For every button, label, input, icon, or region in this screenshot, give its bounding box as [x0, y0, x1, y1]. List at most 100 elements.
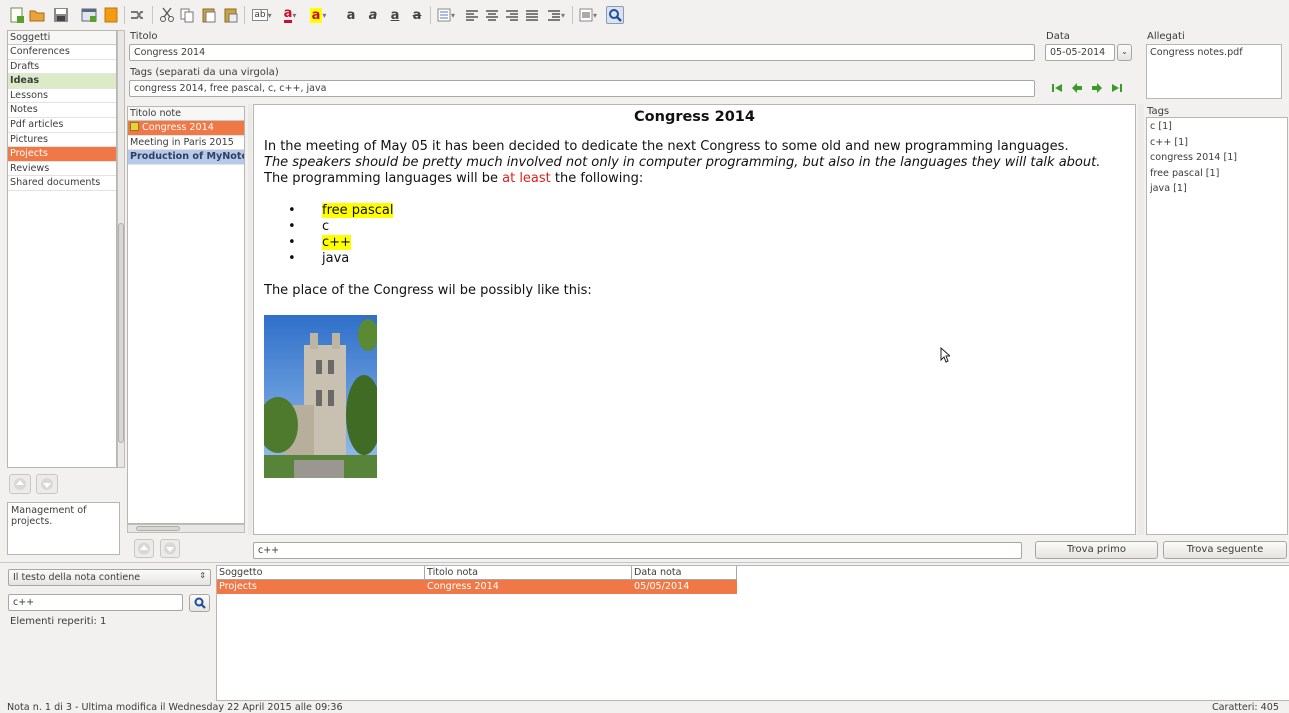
list-item: • free pascal: [288, 203, 394, 218]
find-first-button[interactable]: Trova primo: [1035, 541, 1158, 559]
search-mode-select[interactable]: Il testo della nota contiene ⇕: [8, 569, 211, 586]
next-note-icon[interactable]: [1091, 82, 1103, 94]
note-paragraph-3: The programming languages will be at lea…: [264, 171, 644, 186]
result-count: Elementi reperiti: 1: [10, 616, 107, 627]
copy-icon[interactable]: [178, 6, 196, 24]
font-size-icon[interactable]: ab ▾: [250, 6, 274, 24]
first-note-icon[interactable]: [1051, 82, 1063, 94]
subject-description[interactable]: Management of projects.: [7, 502, 120, 555]
subject-item[interactable]: Drafts: [8, 60, 116, 75]
languages-list: • free pascal • c • c++ • java: [264, 203, 1125, 267]
list-item: • c: [288, 219, 330, 234]
attachment-item[interactable]: Congress notes.pdf: [1150, 47, 1278, 58]
note-item[interactable]: Meeting in Paris 2015: [128, 136, 244, 151]
result-cell-title[interactable]: Congress 2014: [425, 580, 632, 594]
search-query-input[interactable]: c++: [8, 594, 183, 611]
move-up-button[interactable]: [9, 474, 31, 494]
orange-note-icon[interactable]: [102, 6, 120, 24]
subjects-list: Soggetti Conferences Drafts Ideas Lessons No…: [7, 30, 117, 468]
highlight-color-icon[interactable]: a ▾: [306, 6, 330, 24]
building-photo: [258, 315, 382, 478]
notes-list: Titolo note Congress 2014 Meeting in Pari…: [127, 106, 245, 524]
paste-icon[interactable]: [200, 6, 218, 24]
subject-item[interactable]: Shared documents: [8, 176, 116, 191]
subject-item[interactable]: Projects: [8, 147, 116, 162]
tags-panel: c [1] c++ [1] congress 2014 [1] free pascal…: [1146, 117, 1288, 535]
justify-icon[interactable]: [524, 6, 540, 24]
tags-panel-label: Tags: [1147, 106, 1170, 117]
result-cell-date[interactable]: 05/05/2014: [632, 580, 737, 594]
subject-item[interactable]: Conferences: [8, 45, 116, 60]
find-next-button[interactable]: Trova seguente: [1163, 541, 1287, 559]
note-item-label: Meeting in Paris 2015: [130, 136, 234, 148]
subjects-scrollbar[interactable]: [117, 30, 125, 468]
note-editor[interactable]: Congress 2014 In the meeting of May 05 i…: [253, 104, 1136, 535]
strikethrough-icon[interactable]: a: [408, 6, 426, 24]
insert-icon[interactable]: ▾: [576, 6, 600, 24]
underline-icon[interactable]: a: [386, 6, 404, 24]
column-note-title[interactable]: Titolo nota: [425, 566, 632, 580]
note-up-button[interactable]: [134, 539, 154, 558]
toolbar: ab ▾ a ▾ a ▾ a a a a ▾ ▾ ▾: [0, 0, 1289, 28]
status-left: Nota n. 1 di 3 - Ultima modifica il Wedn…: [7, 702, 343, 713]
search-icon[interactable]: [606, 6, 624, 24]
right-splitter[interactable]: [1138, 104, 1144, 535]
note-paragraph-4: The place of the Congress wil be possibl…: [264, 283, 592, 298]
mouse-cursor-icon: [940, 347, 950, 363]
cut-icon[interactable]: [158, 6, 176, 24]
tag-item[interactable]: java [1]: [1150, 181, 1284, 197]
subject-item[interactable]: Ideas: [8, 74, 116, 89]
subject-item[interactable]: Notes: [8, 103, 116, 118]
subject-item[interactable]: Lessons: [8, 89, 116, 104]
window-icon[interactable]: [80, 6, 98, 24]
save-icon[interactable]: [52, 6, 70, 24]
title-label: Titolo: [130, 31, 158, 42]
subjects-header: Soggetti: [8, 31, 116, 45]
date-dropdown-button[interactable]: ⌄: [1117, 44, 1132, 61]
subject-item[interactable]: Pdf articles: [8, 118, 116, 133]
tag-item[interactable]: c [1]: [1150, 119, 1284, 135]
note-item[interactable]: Congress 2014: [128, 121, 244, 136]
shuffle-icon[interactable]: [128, 6, 146, 24]
list-icon[interactable]: ▾: [434, 6, 458, 24]
tag-item[interactable]: congress 2014 [1]: [1150, 150, 1284, 166]
notes-horizontal-scrollbar[interactable]: [127, 524, 245, 533]
column-subject[interactable]: Soggetto: [217, 566, 425, 580]
tag-item[interactable]: free pascal [1]: [1150, 166, 1284, 182]
subject-item[interactable]: Reviews: [8, 162, 116, 177]
new-note-icon[interactable]: [8, 6, 26, 24]
italic-icon[interactable]: a: [364, 6, 382, 24]
align-right-icon[interactable]: [504, 6, 520, 24]
text-color-icon[interactable]: a ▾: [278, 6, 302, 24]
bold-icon[interactable]: a: [342, 6, 360, 24]
tags-input[interactable]: congress 2014, free pascal, c, c++, java: [129, 80, 1035, 97]
last-note-icon[interactable]: [1111, 82, 1123, 94]
note-down-button[interactable]: [160, 539, 180, 558]
align-center-icon[interactable]: [484, 6, 500, 24]
previous-note-icon[interactable]: [1071, 82, 1083, 94]
open-folder-icon[interactable]: [28, 6, 46, 24]
status-right: Caratteri: 405: [1211, 702, 1279, 713]
title-input[interactable]: Congress 2014: [129, 44, 1035, 61]
search-button[interactable]: [189, 594, 210, 612]
attachments-label: Allegati: [1147, 31, 1185, 42]
align-left-icon[interactable]: [464, 6, 480, 24]
date-input[interactable]: 05-05-2014: [1045, 44, 1115, 61]
list-item: • java: [288, 251, 350, 266]
editor-splitter[interactable]: [248, 104, 252, 535]
note-paragraph-2: The speakers should be pretty much invol…: [264, 155, 1101, 170]
note-item-label: Production of MyNotex: [130, 151, 244, 163]
move-down-button[interactable]: [36, 474, 58, 494]
note-paragraph-1: In the meeting of May 05 it has been dec…: [264, 139, 1069, 154]
note-attachment-icon: [130, 122, 139, 131]
column-note-date[interactable]: Data nota: [632, 566, 737, 580]
tag-item[interactable]: c++ [1]: [1150, 135, 1284, 151]
note-item[interactable]: Production of MyNotex: [128, 150, 244, 165]
date-label: Data: [1046, 31, 1070, 42]
indent-icon[interactable]: ▾: [544, 6, 568, 24]
result-cell-subject[interactable]: Projects: [217, 580, 425, 594]
paste-special-icon[interactable]: [222, 6, 240, 24]
subject-item[interactable]: Pictures: [8, 133, 116, 148]
note-heading: Congress 2014: [634, 109, 755, 125]
find-input[interactable]: c++: [253, 542, 1022, 559]
